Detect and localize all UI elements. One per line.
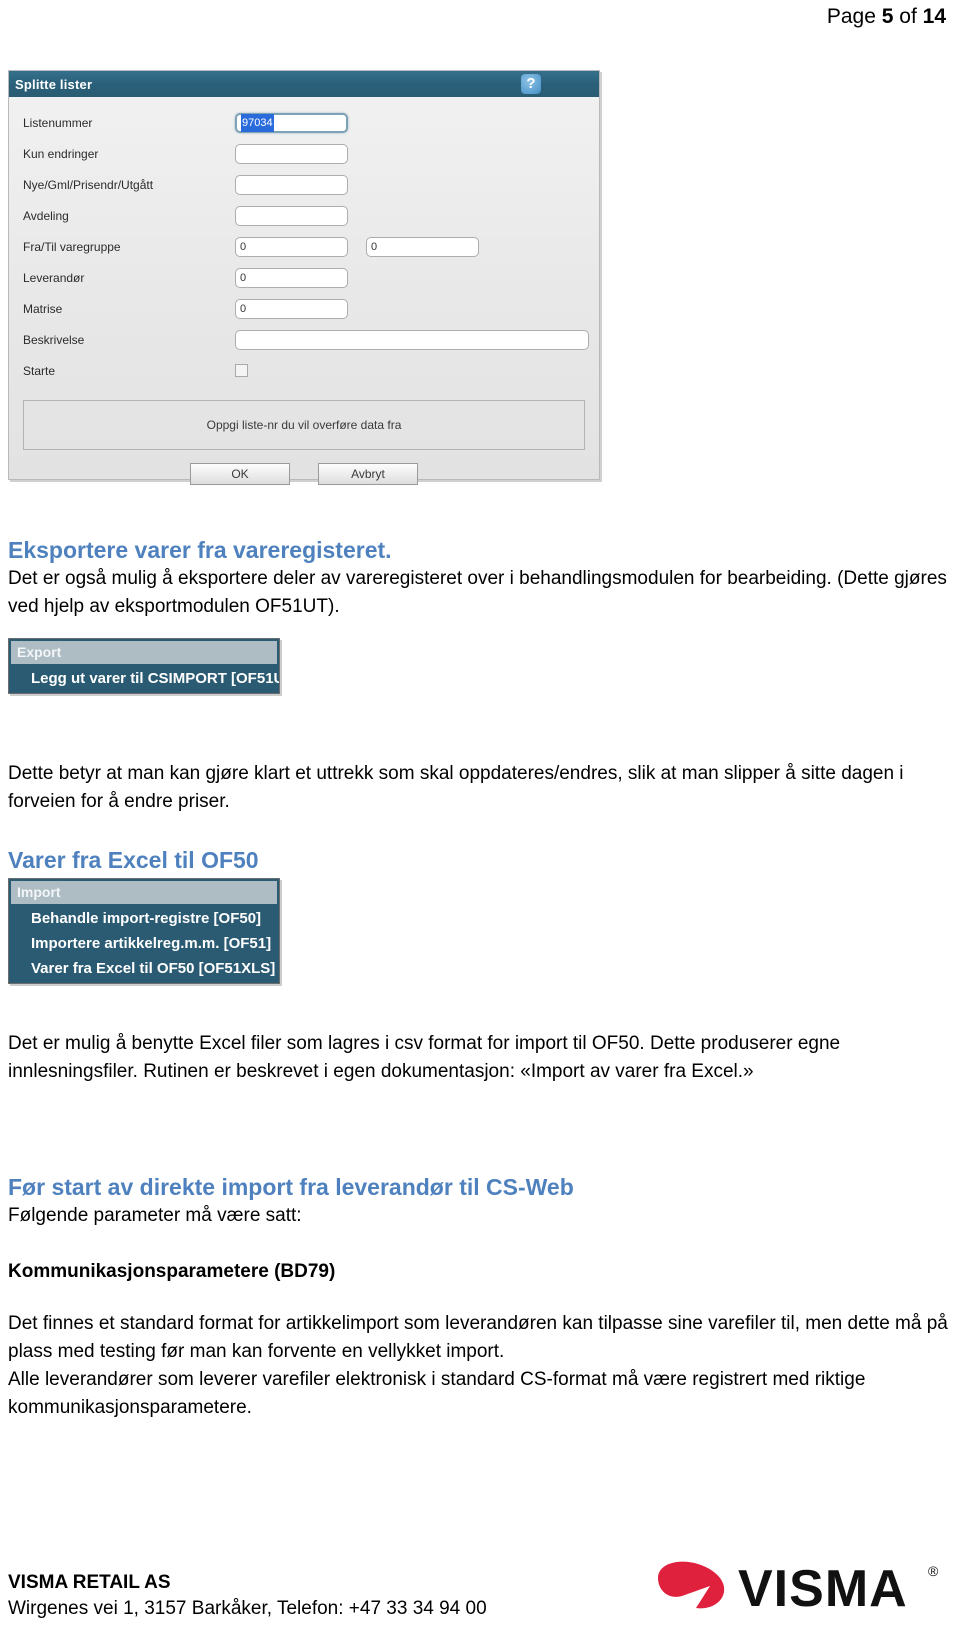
excel-section-heading: Varer fra Excel til OF50 bbox=[8, 847, 259, 873]
page-footer: VISMA RETAIL AS Wirgenes vei 1, 3157 Bar… bbox=[8, 1560, 952, 1622]
listenummer-value: 97034 bbox=[241, 113, 274, 132]
field-row-listenummer: Listenummer 97034 bbox=[9, 107, 599, 138]
field-row-fra-til-varegruppe: Fra/Til varegruppe 0 0 bbox=[9, 231, 599, 262]
field-label-beskrivelse: Beskrivelse bbox=[23, 332, 85, 347]
page-header-prefix: Page bbox=[826, 5, 882, 28]
page-header-middle: of bbox=[893, 5, 923, 28]
dialog-titlebar: Splitte lister ? bbox=[9, 71, 599, 97]
export-section-paragraph2: Dette betyr at man kan gjøre klart et ut… bbox=[8, 763, 904, 812]
csweb-section-paragraph: Det finnes et standard format for artikk… bbox=[8, 1313, 948, 1362]
field-row-beskrivelse: Beskrivelse bbox=[9, 324, 599, 355]
varegruppe-til-input[interactable]: 0 bbox=[366, 236, 479, 257]
excel-section: Varer fra Excel til OF50 bbox=[8, 845, 952, 875]
csweb-section-paragraph2: Alle leverandører som leverer varefiler … bbox=[8, 1369, 866, 1418]
import-menu-screenshot: Import Behandle import-registre [OF50] I… bbox=[8, 878, 280, 984]
page-number-header: Page 5 of 14 bbox=[0, 0, 946, 34]
matrise-input[interactable]: 0 bbox=[235, 298, 348, 319]
csweb-section-heading: Før start av direkte import fra leverand… bbox=[8, 1174, 574, 1200]
field-label-leverandor: Leverandør bbox=[23, 270, 85, 285]
csweb-section: Før start av direkte import fra leverand… bbox=[8, 1172, 952, 1230]
csweb-params-block: Kommunikasjonsparametere (BD79) bbox=[8, 1258, 952, 1286]
csweb-section-subtitle: Følgende parameter må være satt: bbox=[8, 1205, 302, 1226]
visma-swoosh-icon bbox=[658, 1561, 725, 1609]
page-header-current: 5 bbox=[881, 5, 894, 28]
field-label-fra-til-varegruppe: Fra/Til varegruppe bbox=[23, 239, 121, 254]
cancel-button[interactable]: Avbryt bbox=[318, 463, 418, 485]
export-menu-header: Export bbox=[11, 641, 277, 664]
field-row-kun-endringer: Kun endringer bbox=[9, 138, 599, 169]
export-section: Eksportere varer fra vareregisteret. Det… bbox=[8, 535, 952, 621]
export-menu-screenshot: Export Legg ut varer til CSIMPORT [OF51U… bbox=[8, 638, 280, 694]
export-section-paragraph: Det er også mulig å eksportere deler av … bbox=[8, 568, 947, 617]
dialog-title: Splitte lister bbox=[15, 76, 93, 92]
page-header-total: 14 bbox=[922, 5, 946, 28]
field-row-avdeling: Avdeling bbox=[9, 200, 599, 231]
field-row-leverandor: Leverandør 0 bbox=[9, 262, 599, 293]
varegruppe-fra-input[interactable]: 0 bbox=[235, 236, 348, 257]
excel-section-paragraph-block: Det er mulig å benytte Excel filer som l… bbox=[8, 1030, 952, 1086]
field-label-kun-endringer: Kun endringer bbox=[23, 146, 99, 161]
field-label-nye-gml-prisendr-utgatt: Nye/Gml/Prisendr/Utgått bbox=[23, 177, 154, 192]
visma-logo: VISMA ® bbox=[652, 1556, 952, 1618]
field-label-avdeling: Avdeling bbox=[23, 208, 69, 223]
visma-wordmark: VISMA bbox=[738, 1560, 908, 1618]
field-label-listenummer: Listenummer bbox=[23, 115, 93, 130]
dialog-body: Listenummer 97034 Kun endringer Nye/Gml/… bbox=[9, 97, 599, 485]
kun-endringer-input[interactable] bbox=[235, 143, 348, 164]
field-row-starte: Starte bbox=[9, 355, 599, 386]
dialog-button-row: OK Avbryt bbox=[9, 463, 599, 485]
excel-section-paragraph: Det er mulig å benytte Excel filer som l… bbox=[8, 1033, 841, 1082]
import-menu-item-1[interactable]: Importere artikkelreg.m.m. [OF51] bbox=[9, 931, 279, 956]
registered-trademark-icon: ® bbox=[928, 1563, 939, 1579]
ok-button[interactable]: OK bbox=[190, 463, 290, 485]
import-menu-header: Import bbox=[11, 881, 277, 904]
avdeling-input[interactable] bbox=[235, 205, 348, 226]
splitte-lister-dialog-screenshot: Splitte lister ? Listenummer 97034 Kun e… bbox=[8, 70, 600, 485]
dialog-hint-box: Oppgi liste-nr du vil overføre data fra bbox=[23, 400, 585, 450]
field-row-matrise: Matrise 0 bbox=[9, 293, 599, 324]
csweb-bold-heading: Kommunikasjonsparametere (BD79) bbox=[8, 1261, 336, 1282]
listenummer-input[interactable]: 97034 bbox=[235, 112, 348, 133]
export-section-followup: Dette betyr at man kan gjøre klart et ut… bbox=[8, 760, 952, 816]
svg-text:VISMA: VISMA bbox=[738, 1560, 908, 1618]
export-menu-item-0[interactable]: Legg ut varer til CSIMPORT [OF51UT bbox=[9, 666, 279, 691]
question-mark-icon[interactable]: ? bbox=[521, 74, 541, 94]
export-section-heading: Eksportere varer fra vareregisteret. bbox=[8, 537, 392, 563]
import-menu-item-2[interactable]: Varer fra Excel til OF50 [OF51XLS] bbox=[9, 956, 279, 981]
nye-gml-prisendr-utgatt-input[interactable] bbox=[235, 174, 348, 195]
csweb-paragraphs: Det finnes et standard format for artikk… bbox=[8, 1310, 952, 1422]
import-menu-item-0[interactable]: Behandle import-registre [OF50] bbox=[9, 906, 279, 931]
field-label-matrise: Matrise bbox=[23, 301, 63, 316]
dialog-hint-text: Oppgi liste-nr du vil overføre data fra bbox=[206, 418, 402, 432]
starte-checkbox[interactable] bbox=[235, 364, 248, 377]
leverandor-input[interactable]: 0 bbox=[235, 267, 348, 288]
field-label-starte: Starte bbox=[23, 363, 56, 378]
field-row-nye-gml-prisendr-utgatt: Nye/Gml/Prisendr/Utgått bbox=[9, 169, 599, 200]
beskrivelse-input[interactable] bbox=[235, 329, 589, 350]
